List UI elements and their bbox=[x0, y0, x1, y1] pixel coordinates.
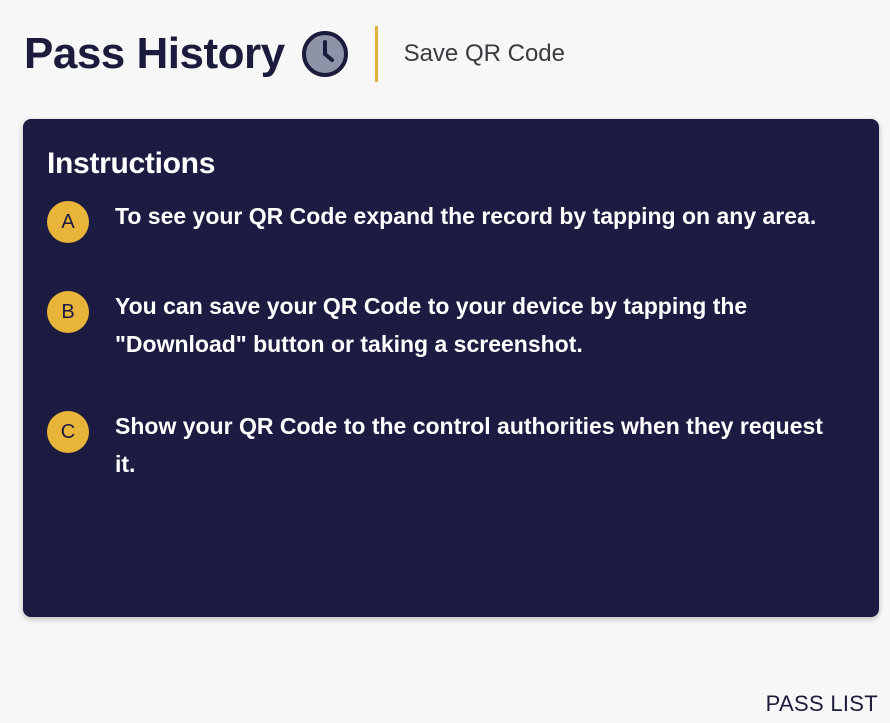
step-badge-a: A bbox=[47, 201, 89, 243]
page-subtitle: Save QR Code bbox=[403, 40, 565, 67]
step-badge-b: B bbox=[47, 291, 89, 333]
step-text-a: To see your QR Code expand the record by… bbox=[115, 203, 817, 229]
clock-icon[interactable] bbox=[301, 30, 349, 78]
pass-list-button[interactable]: PASS LIST bbox=[766, 691, 878, 717]
step-badge-c: C bbox=[47, 411, 89, 453]
step-text-c: Show your QR Code to the control authori… bbox=[115, 413, 823, 477]
instructions-list: A To see your QR Code expand the record … bbox=[47, 201, 855, 483]
page-header: Pass History Save QR Code bbox=[24, 22, 565, 86]
instructions-card: Instructions A To see your QR Code expan… bbox=[23, 119, 879, 617]
step-text-b: You can save your QR Code to your device… bbox=[115, 293, 748, 357]
instructions-title: Instructions bbox=[47, 147, 216, 180]
instruction-step-a: A To see your QR Code expand the record … bbox=[47, 201, 855, 243]
page-title: Pass History bbox=[24, 29, 285, 78]
instruction-step-b: B You can save your QR Code to your devi… bbox=[47, 291, 855, 363]
instruction-step-c: C Show your QR Code to the control autho… bbox=[47, 411, 855, 483]
header-divider bbox=[374, 26, 378, 82]
